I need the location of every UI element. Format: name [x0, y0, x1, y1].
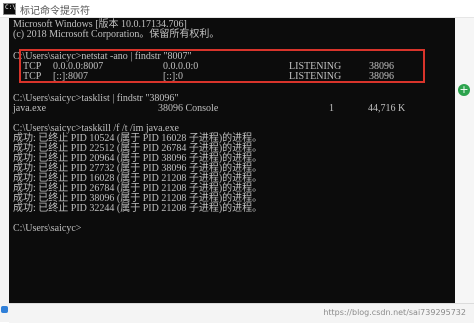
cmd-app-icon-text: C:\ — [5, 4, 16, 11]
window-titlebar[interactable]: C:\ 标记命令提示符 — [0, 0, 474, 18]
console-output[interactable]: Microsoft Windows [版本 10.0.17134.706] (c… — [9, 18, 455, 303]
tasklist-row: java.exe 38096 Console 1 44,716 K — [13, 104, 443, 114]
tasklist-image-name: java.exe — [13, 103, 47, 114]
taskbar-app-icon[interactable] — [1, 306, 8, 313]
netstat-highlight-box — [19, 49, 425, 83]
tasklist-session-number: 1 — [329, 103, 334, 114]
command-prompt[interactable]: C:\Users\saicyc> — [13, 224, 81, 234]
right-side-panel: + — [455, 18, 474, 303]
left-side-strip — [0, 18, 9, 322]
taskkill-result-line: 成功: 已终止 PID 32244 (属于 PID 21208 子进程)的进程。 — [13, 203, 263, 214]
banner-line-2: (c) 2018 Microsoft Corporation。保留所有权利。 — [13, 29, 220, 40]
status-bar: https://blog.csdn.net/sai739295732 — [9, 303, 474, 323]
cmd-app-icon: C:\ — [3, 3, 16, 15]
tasklist-memory: 44,716 K — [368, 103, 406, 114]
window-title: 标记命令提示符 — [20, 6, 90, 17]
tasklist-pid-session: 38096 Console — [158, 103, 219, 114]
blog-watermark: https://blog.csdn.net/sai739295732 — [323, 308, 466, 317]
add-icon[interactable]: + — [458, 84, 470, 96]
